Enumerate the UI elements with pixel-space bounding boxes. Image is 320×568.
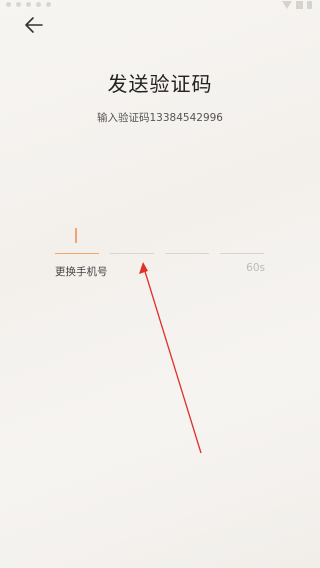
status-icon <box>16 2 21 7</box>
text-cursor <box>75 228 77 243</box>
code-underline <box>220 253 264 254</box>
arrow-left-icon <box>25 17 43 33</box>
code-digit-2[interactable] <box>110 222 154 254</box>
change-phone-link[interactable]: 更换手机号 <box>55 264 108 279</box>
signal-icon <box>296 1 303 9</box>
status-left-icons <box>6 2 51 7</box>
code-digit-1[interactable] <box>55 222 99 254</box>
back-button[interactable] <box>22 13 46 37</box>
page-title: 发送验证码 <box>107 72 213 96</box>
code-digit-3[interactable] <box>165 222 209 254</box>
status-icon <box>36 2 41 7</box>
status-icon <box>6 2 11 7</box>
status-icon <box>26 2 31 7</box>
code-underline <box>165 253 209 254</box>
status-icon <box>46 2 51 7</box>
code-digit-4[interactable] <box>220 222 264 254</box>
status-bar <box>0 0 320 12</box>
arrow-head <box>139 262 148 274</box>
code-underline <box>55 252 99 254</box>
resend-countdown: 60s <box>246 262 265 274</box>
code-underline <box>110 253 154 254</box>
wifi-icon <box>282 1 292 9</box>
battery-icon <box>307 1 312 9</box>
phone-subtitle: 输入验证码13384542996 <box>97 112 223 124</box>
arrow-shaft <box>142 264 202 454</box>
status-right-icons <box>282 1 312 9</box>
